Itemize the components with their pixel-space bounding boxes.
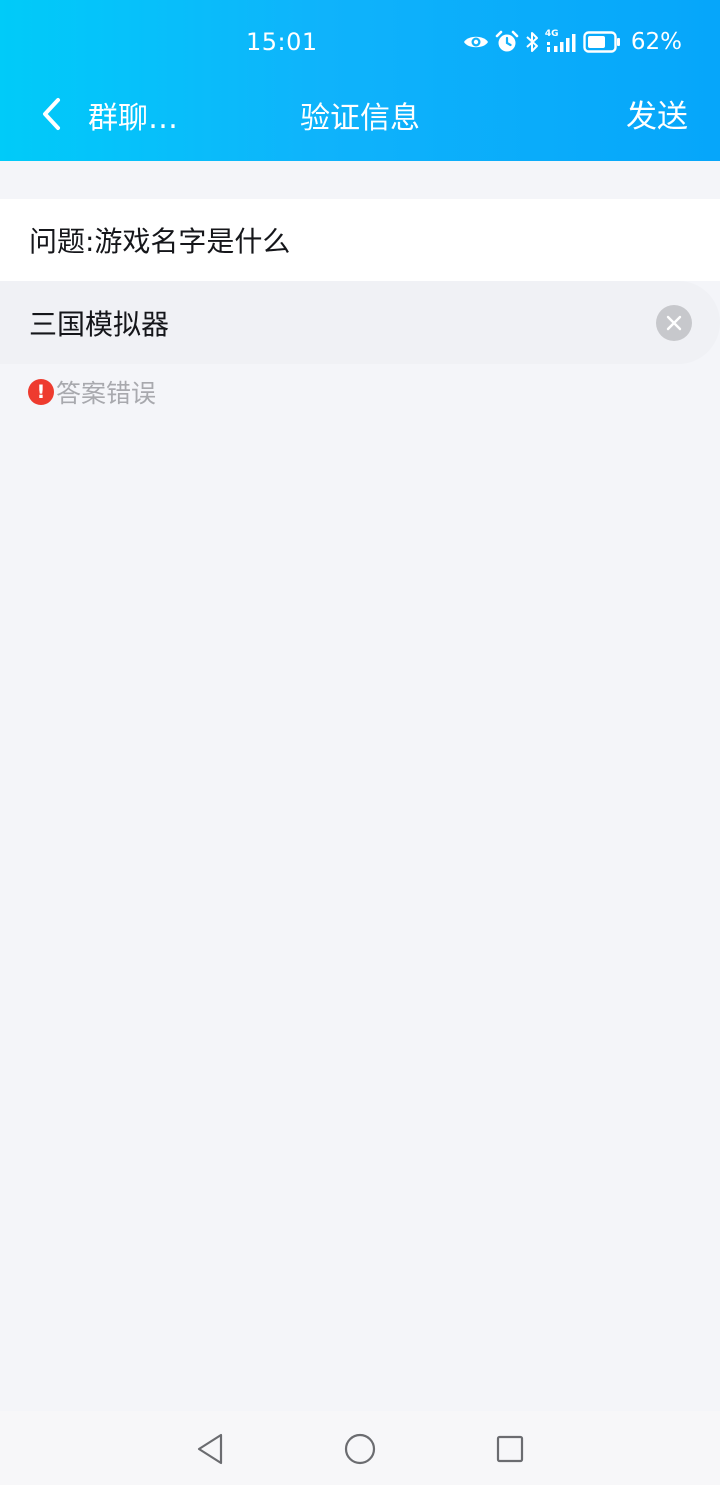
square-recents-icon <box>496 1435 524 1463</box>
close-icon <box>666 315 682 331</box>
question-label: 问题:游戏名字是什么 <box>0 199 720 281</box>
system-navigation-bar <box>0 1411 720 1485</box>
answer-input[interactable]: 三国模拟器 <box>0 281 720 364</box>
clear-input-button[interactable] <box>656 305 692 341</box>
status-icons: 4G 62% <box>463 28 682 56</box>
triangle-back-icon <box>197 1433 223 1465</box>
header: 15:01 4G 62% 群聊… 验证信息 发送 <box>0 0 720 161</box>
battery-percent: 62% <box>630 29 682 55</box>
eye-icon <box>463 33 489 51</box>
page-title: 验证信息 <box>300 101 420 136</box>
question-text: 问题:游戏名字是什么 <box>29 225 291 258</box>
signal-icon: 4G <box>545 30 577 54</box>
error-icon: ! <box>28 379 54 405</box>
error-message: ! 答案错误 <box>28 377 157 408</box>
battery-icon <box>583 31 621 53</box>
send-button[interactable]: 发送 <box>626 91 688 136</box>
verification-page: 15:01 4G 62% 群聊… 验证信息 发送 问题:游戏名字是什么 三国模拟… <box>0 0 720 1485</box>
answer-value[interactable]: 三国模拟器 <box>29 303 169 343</box>
circle-home-icon <box>344 1433 376 1465</box>
system-back-button[interactable] <box>190 1429 230 1469</box>
status-time: 15:01 <box>246 28 318 56</box>
network-type: 4G <box>544 29 559 39</box>
bluetooth-icon <box>525 30 539 54</box>
system-home-button[interactable] <box>340 1429 380 1469</box>
alarm-icon <box>495 30 519 54</box>
error-text: 答案错误 <box>56 379 157 408</box>
system-recents-button[interactable] <box>490 1429 530 1469</box>
